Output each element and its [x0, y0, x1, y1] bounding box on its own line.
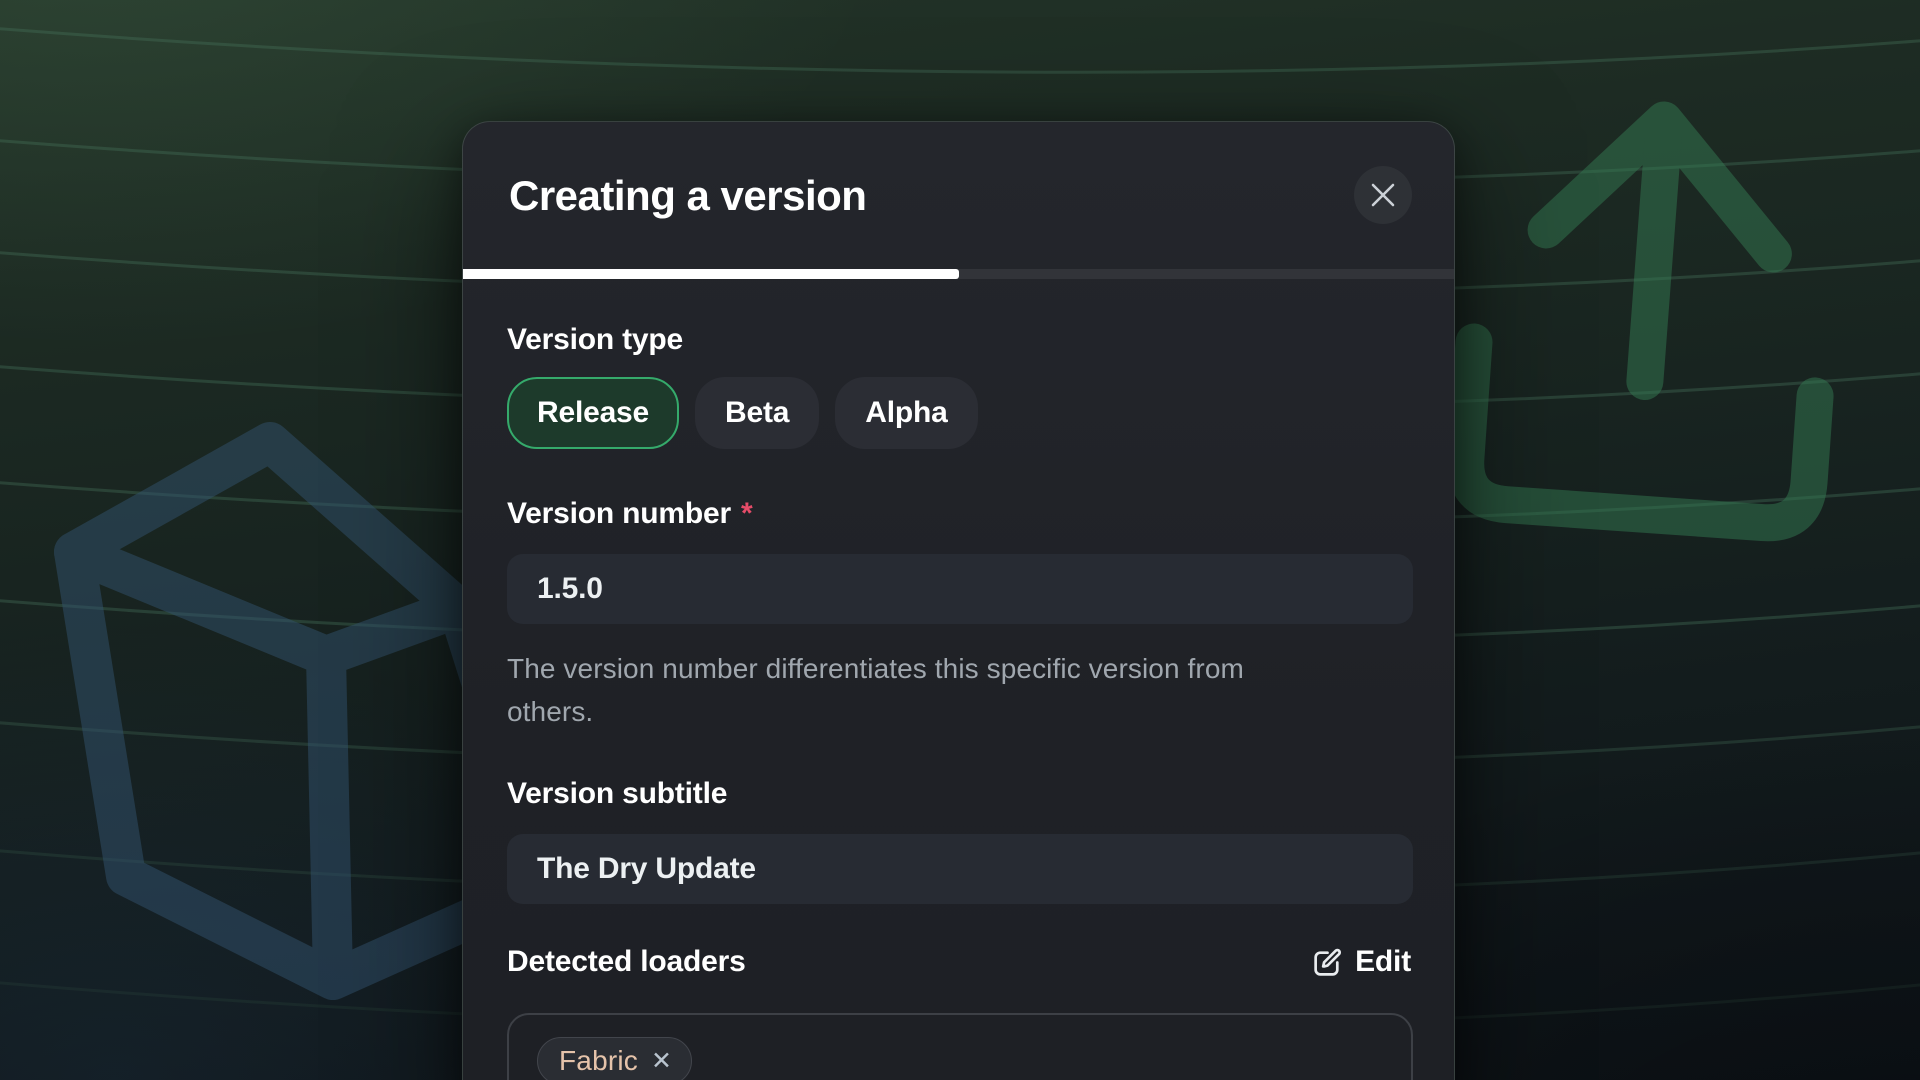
- version-type-alpha-button[interactable]: Alpha: [835, 377, 977, 449]
- progress-track: [463, 269, 1454, 279]
- cube-inner-edges: [74, 552, 458, 978]
- version-number-help: The version number differentiates this s…: [507, 647, 1287, 733]
- close-button[interactable]: [1354, 166, 1412, 224]
- create-version-modal: Creating a version Version type Release …: [462, 121, 1455, 1080]
- version-number-label: Version number *: [507, 496, 1411, 532]
- edit-icon: [1311, 946, 1344, 979]
- arrow-shaft: [1645, 134, 1664, 382]
- upload-arrow-decoration: [1463, 116, 1817, 526]
- version-type-release-button[interactable]: Release: [507, 377, 679, 449]
- version-type-beta-button[interactable]: Beta: [695, 377, 819, 449]
- edit-loaders-button[interactable]: Edit: [1311, 945, 1411, 979]
- remove-loader-icon[interactable]: ✕: [651, 1049, 672, 1074]
- loader-chip-label: Fabric: [559, 1045, 638, 1077]
- modal-title: Creating a version: [509, 172, 866, 220]
- detected-loaders-box: Fabric ✕: [507, 1013, 1413, 1080]
- version-type-label: Version type: [507, 322, 1411, 358]
- required-asterisk: *: [741, 496, 752, 532]
- modal-body: Version type Release Beta Alpha Version …: [463, 322, 1454, 1080]
- detected-loaders-label: Detected loaders: [507, 944, 746, 980]
- detected-loaders-header: Detected loaders Edit: [507, 944, 1411, 980]
- progress-fill: [463, 269, 959, 279]
- loader-chip-fabric: Fabric ✕: [537, 1037, 692, 1080]
- version-type-options: Release Beta Alpha: [507, 377, 1411, 449]
- version-subtitle-input[interactable]: [507, 834, 1413, 904]
- modal-header: Creating a version: [463, 122, 1454, 269]
- screen: Creating a version Version type Release …: [0, 0, 1920, 1080]
- version-number-input[interactable]: [507, 554, 1413, 624]
- arc-line: [0, 28, 1920, 72]
- close-icon: [1370, 182, 1396, 208]
- version-subtitle-label: Version subtitle: [507, 776, 1411, 812]
- edit-button-label: Edit: [1355, 945, 1411, 979]
